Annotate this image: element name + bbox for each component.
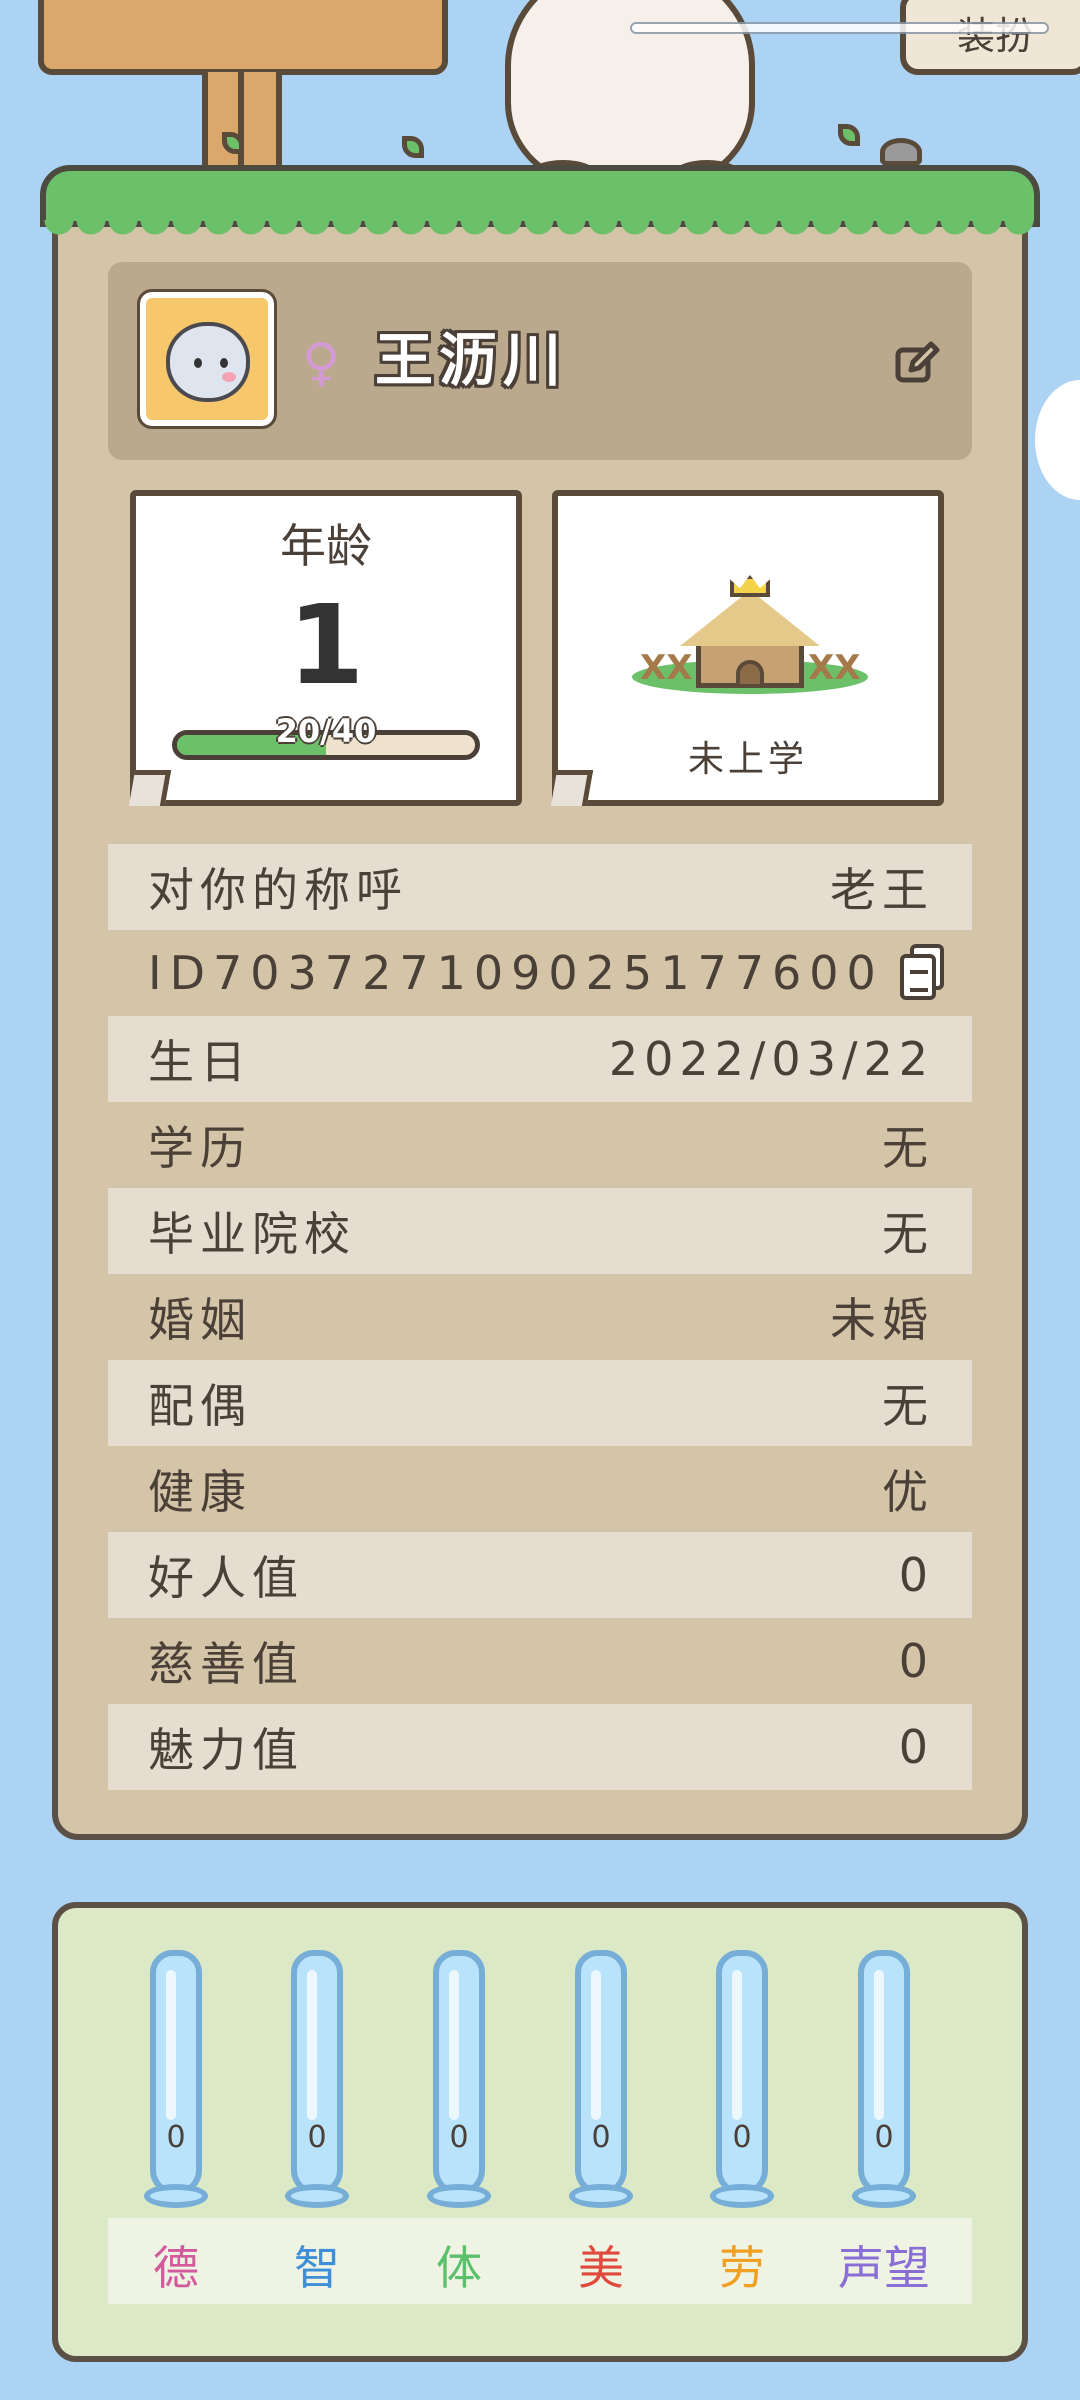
edit-icon[interactable] [893, 338, 943, 388]
info-row-charm: 魅力值 0 [108, 1704, 972, 1790]
info-label: 好人值 [148, 1551, 304, 1605]
info-value: 无 [882, 1379, 934, 1433]
wooden-sign [38, 0, 448, 75]
attribute-value: 0 [449, 2120, 469, 2155]
grass-top [40, 165, 1040, 227]
school-status: 未上学 [687, 739, 808, 780]
tube-base [285, 2184, 349, 2208]
sprout-icon [838, 124, 860, 146]
dress-up-button[interactable]: 装扮 [900, 0, 1080, 75]
info-value: 703727109025177600 [213, 946, 884, 1000]
info-row-nickname: 对你的称呼 老王 [108, 844, 972, 930]
attribute-label-mei: 美 [578, 2241, 624, 2295]
info-label: 毕业院校 [148, 1207, 356, 1261]
attribute-label-de: 德 [153, 2241, 199, 2295]
grass-edge [44, 220, 1036, 242]
hut-door-icon [736, 660, 764, 688]
info-label: 生日 [148, 1035, 252, 1089]
age-title: 年龄 [280, 519, 372, 573]
attribute-tube-ti[interactable] [433, 1950, 485, 2196]
attribute-label-zhi: 智 [294, 2241, 340, 2295]
scroll-handle[interactable] [630, 22, 1049, 34]
sprout-icon [402, 136, 424, 158]
attribute-label-lao: 劳 [719, 2241, 765, 2295]
tube-base [427, 2184, 491, 2208]
info-label: 婚姻 [148, 1293, 252, 1347]
info-value: 0 [898, 1634, 934, 1688]
info-label: 配偶 [148, 1379, 252, 1433]
attribute-value: 0 [307, 2120, 327, 2155]
info-row-education: 学历 无 [108, 1102, 972, 1188]
info-row-marriage: 婚姻 未婚 [108, 1274, 972, 1360]
info-label: 慈善值 [148, 1637, 304, 1691]
copy-icon[interactable] [899, 944, 946, 1002]
info-value: 0 [898, 1720, 934, 1774]
attribute-label-shengwang: 声望 [838, 2241, 930, 2295]
avatar-face-icon [166, 322, 250, 402]
info-label: ID [148, 946, 213, 1000]
attribute-value: 0 [732, 2120, 752, 2155]
age-value: 1 [287, 581, 365, 709]
sign-post [202, 72, 282, 172]
info-label: 魅力值 [148, 1723, 304, 1777]
avatar[interactable] [137, 289, 277, 429]
tube-base [569, 2184, 633, 2208]
page-fold [128, 770, 172, 806]
fence-icon: XX [640, 648, 693, 688]
info-value: 未婚 [830, 1293, 934, 1347]
fence-icon: XX [808, 648, 861, 688]
female-gender-icon: ♀ [302, 333, 341, 393]
rock-icon [880, 138, 922, 166]
attribute-tube-zhi[interactable] [291, 1950, 343, 2196]
player-name: 王沥川 [375, 326, 568, 394]
info-value: 老王 [830, 863, 934, 917]
attribute-tube-mei[interactable] [575, 1950, 627, 2196]
tube-base [144, 2184, 208, 2208]
info-row-id: ID 703727109025177600 [108, 930, 972, 1016]
info-value: 2022/03/22 [608, 1032, 934, 1086]
info-row-charity: 慈善值 0 [108, 1618, 972, 1704]
hut-roof [680, 590, 820, 646]
tube-base [710, 2184, 774, 2208]
info-value: 优 [882, 1465, 934, 1519]
info-value: 无 [882, 1207, 934, 1261]
info-label: 对你的称呼 [148, 863, 408, 917]
info-row-health: 健康 优 [108, 1446, 972, 1532]
age-progress-text: 20/40 [275, 712, 377, 750]
attribute-value: 0 [874, 2120, 894, 2155]
info-row-spouse: 配偶 无 [108, 1360, 972, 1446]
info-label: 健康 [148, 1465, 252, 1519]
info-row-school: 毕业院校 无 [108, 1188, 972, 1274]
info-row-birthday: 生日 2022/03/22 [108, 1016, 972, 1102]
attribute-value: 0 [166, 2120, 186, 2155]
info-label: 学历 [148, 1121, 252, 1175]
attribute-tube-de[interactable] [150, 1950, 202, 2196]
cloud-decoration [1035, 380, 1080, 500]
info-value: 无 [882, 1121, 934, 1175]
attribute-label-ti: 体 [436, 2241, 482, 2295]
info-value: 0 [898, 1548, 934, 1602]
attribute-tube-shengwang[interactable] [858, 1950, 910, 2196]
attribute-tube-lao[interactable] [716, 1950, 768, 2196]
attribute-value: 0 [591, 2120, 611, 2155]
info-row-kindness: 好人值 0 [108, 1532, 972, 1618]
tube-base [852, 2184, 916, 2208]
